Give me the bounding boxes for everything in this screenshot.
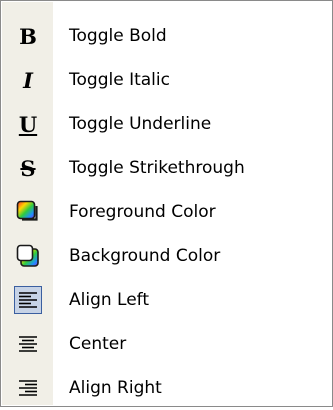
menu-item-label: Toggle Italic <box>69 70 170 90</box>
bold-glyph: B <box>19 23 37 49</box>
icon-cell <box>2 190 53 234</box>
menu-item-toggle-strikethrough[interactable]: S Toggle Strikethrough <box>2 146 331 190</box>
menu-item-label: Align Left <box>69 290 150 310</box>
menu-item-label: Align Right <box>69 378 162 398</box>
menu-item-label: Background Color <box>69 246 221 266</box>
menu-item-label: Center <box>69 334 127 354</box>
menu-item-label: Foreground Color <box>69 202 216 222</box>
bold-icon: B <box>15 23 41 49</box>
background-color-icon <box>15 243 41 269</box>
menu-item-label: Toggle Strikethrough <box>69 158 245 178</box>
icon-cell <box>2 322 53 366</box>
italic-icon: I <box>15 67 41 93</box>
menu-item-align-right[interactable]: Align Right <box>2 366 331 410</box>
icon-cell: B <box>2 14 53 58</box>
menu-item-background-color[interactable]: Background Color <box>2 234 331 278</box>
icon-cell: U <box>2 102 53 146</box>
context-menu: B Toggle Bold I Toggle Italic U Toggle U… <box>0 0 333 407</box>
icon-cell: I <box>2 58 53 102</box>
align-left-icon <box>14 286 42 314</box>
foreground-color-icon <box>15 199 41 225</box>
underline-icon: U <box>15 111 41 137</box>
menu-item-foreground-color[interactable]: Foreground Color <box>2 190 331 234</box>
menu-item-label: Toggle Bold <box>69 26 167 46</box>
align-center-icon <box>15 331 41 357</box>
menu-item-toggle-italic[interactable]: I Toggle Italic <box>2 58 331 102</box>
icon-cell <box>2 234 53 278</box>
menu-item-toggle-bold[interactable]: B Toggle Bold <box>2 14 331 58</box>
italic-glyph: I <box>23 67 33 93</box>
strikethrough-icon: S <box>15 155 41 181</box>
menu-item-label: Toggle Underline <box>69 114 212 134</box>
icon-cell <box>2 366 53 410</box>
strikethrough-glyph: S <box>20 155 36 181</box>
icon-cell: S <box>2 146 53 190</box>
menu-item-align-left[interactable]: Align Left <box>2 278 331 322</box>
menu-item-toggle-underline[interactable]: U Toggle Underline <box>2 102 331 146</box>
underline-glyph: U <box>18 111 38 137</box>
icon-cell <box>2 278 53 322</box>
menu-item-center[interactable]: Center <box>2 322 331 366</box>
align-right-icon <box>15 375 41 401</box>
